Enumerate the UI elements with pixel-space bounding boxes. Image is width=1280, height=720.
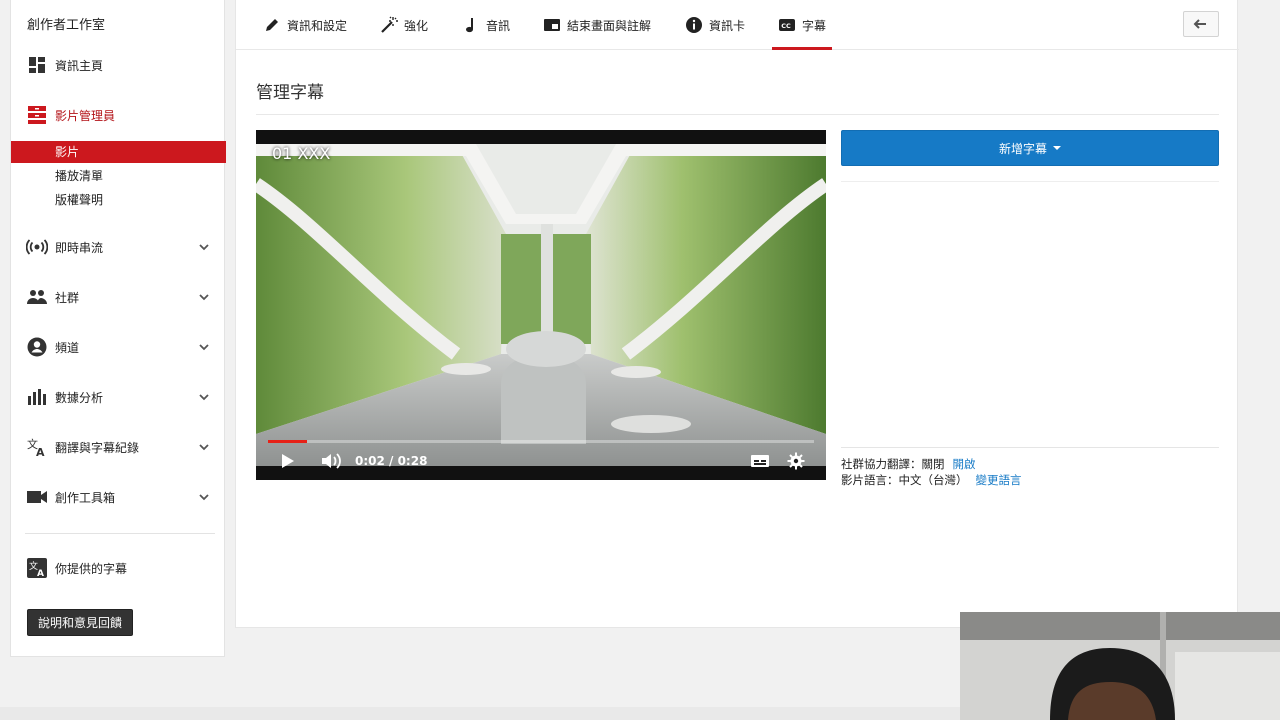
time-display: 0:02 / 0:28 bbox=[355, 454, 428, 468]
captions-footer-divider bbox=[841, 447, 1219, 448]
sidebar-item-label: 影片管理員 bbox=[55, 108, 116, 123]
community-contributions-line: 社群協力翻譯：關閉 開啟 bbox=[841, 456, 976, 472]
subtitles-button[interactable] bbox=[748, 450, 772, 472]
video-language-label: 影片語言：中文（台灣） bbox=[841, 473, 968, 487]
sidebar-divider bbox=[25, 533, 215, 534]
chevron-down-icon[interactable] bbox=[198, 441, 210, 453]
community-contributions-label: 社群協力翻譯：關閉 bbox=[841, 457, 945, 471]
change-language-link[interactable]: 變更語言 bbox=[976, 473, 1022, 487]
tab-enhancements[interactable]: 強化 bbox=[380, 0, 428, 50]
sidebar-subitem-copyright[interactable]: 版權聲明 bbox=[11, 189, 226, 211]
pencil-icon bbox=[263, 16, 281, 34]
tab-label: 強化 bbox=[404, 18, 429, 33]
sidebar-item-analytics[interactable]: 數據分析 bbox=[11, 383, 226, 411]
subtitles-icon bbox=[751, 455, 769, 467]
sidebar-item-toolbox[interactable]: 創作工具箱 bbox=[11, 483, 226, 511]
play-button[interactable] bbox=[274, 450, 300, 472]
sidebar-item-label: 數據分析 bbox=[55, 390, 104, 405]
channel-icon bbox=[26, 336, 48, 358]
add-subtitles-label: 新增字幕 bbox=[998, 141, 1047, 156]
sidebar-item-label: 你提供的字幕 bbox=[55, 561, 128, 576]
tab-audio[interactable]: 音訊 bbox=[462, 0, 510, 50]
sidebar-item-label: 創作工具箱 bbox=[55, 490, 116, 505]
gear-icon bbox=[787, 452, 805, 470]
analytics-icon bbox=[26, 386, 48, 408]
toolbox-icon bbox=[26, 486, 48, 508]
tab-cards[interactable]: 資訊卡 bbox=[685, 0, 745, 50]
sidebar-item-video-manager[interactable]: 影片管理員 bbox=[11, 101, 226, 129]
info-icon bbox=[685, 16, 703, 34]
sidebar-item-community[interactable]: 社群 bbox=[11, 283, 226, 311]
tab-subtitles[interactable]: CC 字幕 bbox=[772, 0, 833, 50]
tab-label: 音訊 bbox=[486, 18, 511, 33]
chevron-down-icon[interactable] bbox=[198, 341, 210, 353]
dashboard-icon bbox=[26, 54, 48, 76]
video-frame bbox=[256, 144, 826, 466]
tab-info-settings[interactable]: 資訊和設定 bbox=[263, 0, 347, 50]
sidebar-item-live-stream[interactable]: 即時串流 bbox=[11, 233, 226, 261]
sidebar-item-dashboard[interactable]: 資訊主頁 bbox=[11, 51, 226, 79]
sidebar-item-label: 即時串流 bbox=[55, 240, 104, 255]
page-title: 管理字幕 bbox=[256, 83, 324, 103]
tab-label: 結束畫面與註解 bbox=[567, 18, 652, 33]
volume-button[interactable] bbox=[318, 450, 344, 472]
svg-text:A: A bbox=[36, 446, 45, 458]
webcam-overlay bbox=[960, 612, 1280, 720]
svg-text:CC: CC bbox=[781, 22, 791, 30]
video-manager-icon bbox=[26, 104, 48, 126]
chevron-down-icon[interactable] bbox=[198, 491, 210, 503]
play-icon bbox=[282, 454, 294, 468]
sidebar-item-label: 資訊主頁 bbox=[55, 58, 104, 73]
captions-divider bbox=[841, 181, 1219, 182]
sidebar-subitem-playlists[interactable]: 播放清單 bbox=[11, 165, 226, 187]
tab-label: 資訊和設定 bbox=[287, 18, 348, 33]
community-contributions-toggle-link[interactable]: 開啟 bbox=[953, 457, 976, 471]
settings-button[interactable] bbox=[784, 450, 808, 472]
live-stream-icon bbox=[26, 236, 48, 258]
community-icon bbox=[26, 286, 48, 308]
progress-played bbox=[268, 440, 307, 443]
help-feedback-button[interactable]: 說明和意見回饋 bbox=[27, 609, 133, 636]
sidebar-item-label: 社群 bbox=[55, 290, 80, 305]
back-button[interactable] bbox=[1183, 11, 1219, 37]
tab-label: 資訊卡 bbox=[709, 18, 746, 33]
arrow-left-icon bbox=[1193, 19, 1206, 29]
video-language-line: 影片語言：中文（台灣） 變更語言 bbox=[841, 472, 1022, 488]
chevron-down-icon[interactable] bbox=[198, 241, 210, 253]
tab-end-screen[interactable]: 結束畫面與註解 bbox=[543, 0, 651, 50]
main-panel: 資訊和設定 強化 音訊 結束畫面與註解 資訊卡 CC 字幕 管理字幕 01 XX… bbox=[235, 0, 1239, 628]
dropdown-caret-icon bbox=[1053, 146, 1061, 150]
sidebar-item-translations[interactable]: 文A 翻譯與字幕紀錄 bbox=[11, 433, 226, 461]
page-bottom-strip bbox=[0, 707, 960, 720]
tab-bar: 資訊和設定 強化 音訊 結束畫面與註解 資訊卡 CC 字幕 bbox=[236, 0, 1239, 50]
sidebar-item-channel[interactable]: 頻道 bbox=[11, 333, 226, 361]
chevron-down-icon[interactable] bbox=[198, 291, 210, 303]
title-divider bbox=[256, 114, 1219, 115]
svg-text:A: A bbox=[37, 569, 44, 579]
sidebar-subitem-videos[interactable]: 影片 bbox=[11, 141, 226, 163]
magic-wand-icon bbox=[380, 16, 398, 34]
volume-icon bbox=[322, 453, 341, 469]
video-title: 01 XXX bbox=[272, 144, 331, 163]
webcam-feed bbox=[960, 612, 1280, 720]
progress-bar[interactable] bbox=[268, 440, 814, 443]
add-subtitles-button[interactable]: 新增字幕 bbox=[841, 130, 1219, 166]
tab-label: 字幕 bbox=[802, 18, 827, 33]
sidebar-item-label: 翻譯與字幕紀錄 bbox=[55, 440, 140, 455]
sidebar-item-label: 頻道 bbox=[55, 340, 80, 355]
sidebar: 創作者工作室 資訊主頁 影片管理員 影片 播放清單 版權聲明 即時串流 社群 頻… bbox=[10, 0, 226, 657]
music-note-icon bbox=[462, 16, 480, 34]
cc-icon: CC bbox=[778, 16, 796, 34]
video-player[interactable]: 01 XXX 0:02 / 0:28 bbox=[256, 130, 826, 480]
translate-icon: 文A bbox=[26, 557, 48, 579]
chevron-down-icon[interactable] bbox=[198, 391, 210, 403]
sidebar-item-your-subtitles[interactable]: 文A 你提供的字幕 bbox=[11, 554, 226, 582]
end-screen-icon bbox=[543, 16, 561, 34]
studio-brand[interactable]: 創作者工作室 bbox=[27, 14, 105, 33]
translate-icon: 文A bbox=[26, 436, 48, 458]
